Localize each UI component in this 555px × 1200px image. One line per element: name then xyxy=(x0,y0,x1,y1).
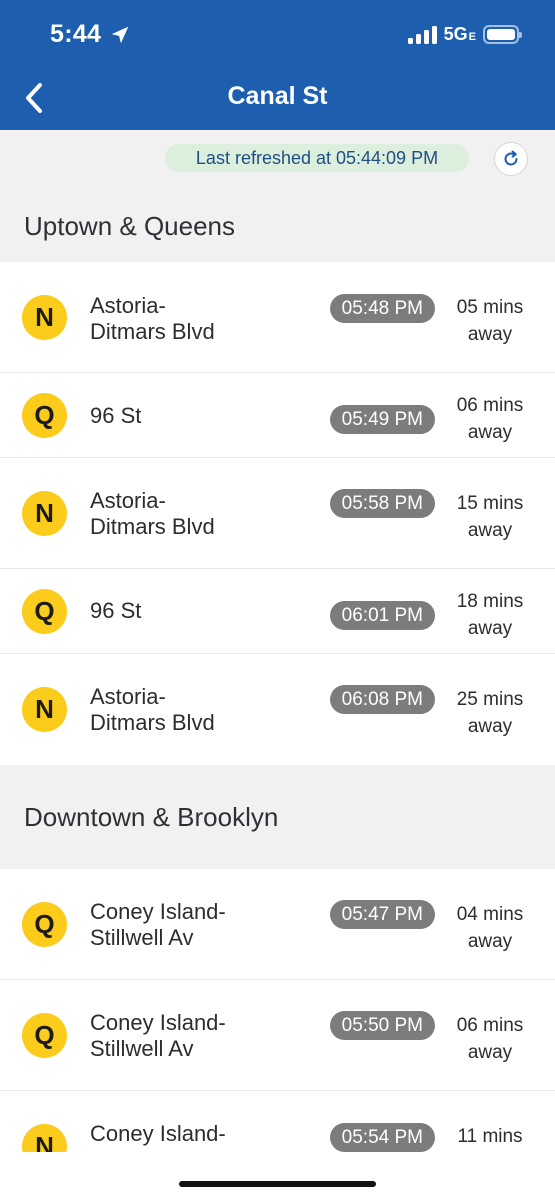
arrival-time-pill: 06:08 PM xyxy=(329,685,435,714)
network-suffix: E xyxy=(468,31,476,43)
location-arrow-icon xyxy=(112,26,129,43)
minutes-value: 15 mins xyxy=(456,493,524,514)
minutes-away: 11 mins xyxy=(445,1123,535,1150)
network-indicator: 5GE xyxy=(444,24,476,45)
destination-line2: Ditmars Blvd xyxy=(90,319,215,344)
arrival-time-pill: 05:54 PM xyxy=(329,1123,435,1152)
away-label: away xyxy=(467,1042,513,1063)
refresh-bar: Last refreshed at 05:44:09 PM xyxy=(0,130,555,190)
destination: 96 St xyxy=(90,403,310,429)
bottom-safe-area xyxy=(0,1152,555,1200)
route-badge: Q xyxy=(22,589,67,634)
destination-line2: Stillwell Av xyxy=(90,1036,194,1061)
destination-line2: Ditmars Blvd xyxy=(90,514,215,539)
destination-line1: Coney Island- xyxy=(90,1121,226,1146)
status-time-text: 5:44 xyxy=(50,20,102,48)
nav-header: 5:44 5GE Canal St xyxy=(0,0,555,130)
minutes-value: 05 mins xyxy=(456,297,524,318)
route-badge: Q xyxy=(22,1013,67,1058)
minutes-away: 04 mins away xyxy=(445,901,535,955)
destination-line1: Astoria- xyxy=(90,684,166,709)
minutes-value: 04 mins xyxy=(456,904,524,925)
destination: Coney Island- xyxy=(90,1121,310,1147)
battery-icon xyxy=(483,25,522,44)
destination: Coney Island- Stillwell Av xyxy=(90,899,310,951)
train-row[interactable]: Q 96 St 05:49 PM 06 mins away xyxy=(0,373,555,458)
minutes-value: 06 mins xyxy=(456,395,524,416)
destination-line2: Ditmars Blvd xyxy=(90,710,215,735)
destination-line2: Stillwell Av xyxy=(90,925,194,950)
signal-icon xyxy=(407,25,437,44)
page-title: Canal St xyxy=(227,82,328,110)
arrival-time-pill: 05:50 PM xyxy=(329,1011,435,1040)
minutes-away: 06 mins away xyxy=(445,392,535,446)
route-badge: Q xyxy=(22,393,67,438)
destination-line1: 96 St xyxy=(90,403,142,428)
away-label: away xyxy=(467,931,513,952)
train-row[interactable]: N Astoria- Ditmars Blvd 06:08 PM 25 mins… xyxy=(0,654,555,765)
minutes-away: 25 mins away xyxy=(445,686,535,740)
destination-line1: 96 St xyxy=(90,598,142,623)
arrival-time-pill: 05:58 PM xyxy=(329,489,435,518)
arrival-time-pill: 06:01 PM xyxy=(329,601,435,630)
minutes-value: 18 mins xyxy=(456,591,524,612)
section-header-downtown: Downtown & Brooklyn xyxy=(0,765,555,869)
minutes-away: 05 mins away xyxy=(445,294,535,348)
arrival-time-pill: 05:48 PM xyxy=(329,294,435,323)
arrival-time-pill: 05:47 PM xyxy=(329,900,435,929)
away-label: away xyxy=(467,618,513,639)
refresh-icon xyxy=(504,150,518,166)
minutes-value: 11 mins xyxy=(457,1126,523,1147)
destination-line1: Astoria- xyxy=(90,488,166,513)
route-badge: N xyxy=(22,295,67,340)
train-row[interactable]: Q Coney Island- Stillwell Av 05:50 PM 06… xyxy=(0,980,555,1091)
network-type: 5G xyxy=(443,24,468,44)
status-bar-time: 5:44 xyxy=(50,20,131,49)
destination: Astoria- Ditmars Blvd xyxy=(90,293,310,345)
train-row[interactable]: N Astoria- Ditmars Blvd 05:58 PM 15 mins… xyxy=(0,458,555,569)
destination: Astoria- Ditmars Blvd xyxy=(90,488,310,540)
away-label: away xyxy=(467,324,513,345)
train-row[interactable]: Q 96 St 06:01 PM 18 mins away xyxy=(0,569,555,654)
last-refreshed-badge: Last refreshed at 05:44:09 PM xyxy=(165,144,469,172)
destination-line1: Coney Island- xyxy=(90,1010,226,1035)
minutes-value: 25 mins xyxy=(456,689,524,710)
destination-line1: Astoria- xyxy=(90,293,166,318)
status-bar-right: 5GE xyxy=(407,24,522,45)
section-header-uptown: Uptown & Queens xyxy=(0,190,555,262)
minutes-away: 18 mins away xyxy=(445,588,535,642)
arrival-time-pill: 05:49 PM xyxy=(329,405,435,434)
route-badge: Q xyxy=(22,902,67,947)
destination: Coney Island- Stillwell Av xyxy=(90,1010,310,1062)
destination: 96 St xyxy=(90,598,310,624)
minutes-away: 06 mins away xyxy=(445,1012,535,1066)
minutes-value: 06 mins xyxy=(456,1015,524,1036)
train-row[interactable]: Q Coney Island- Stillwell Av 05:47 PM 04… xyxy=(0,869,555,980)
refresh-button[interactable] xyxy=(494,142,528,176)
destination-line1: Coney Island- xyxy=(90,899,226,924)
away-label: away xyxy=(467,716,513,737)
route-badge: N xyxy=(22,491,67,536)
destination: Astoria- Ditmars Blvd xyxy=(90,684,310,736)
train-row[interactable]: N Astoria- Ditmars Blvd 05:48 PM 05 mins… xyxy=(0,262,555,373)
route-badge: N xyxy=(22,687,67,732)
home-indicator[interactable] xyxy=(179,1181,376,1187)
minutes-away: 15 mins away xyxy=(445,490,535,544)
away-label: away xyxy=(467,520,513,541)
away-label: away xyxy=(467,422,513,443)
